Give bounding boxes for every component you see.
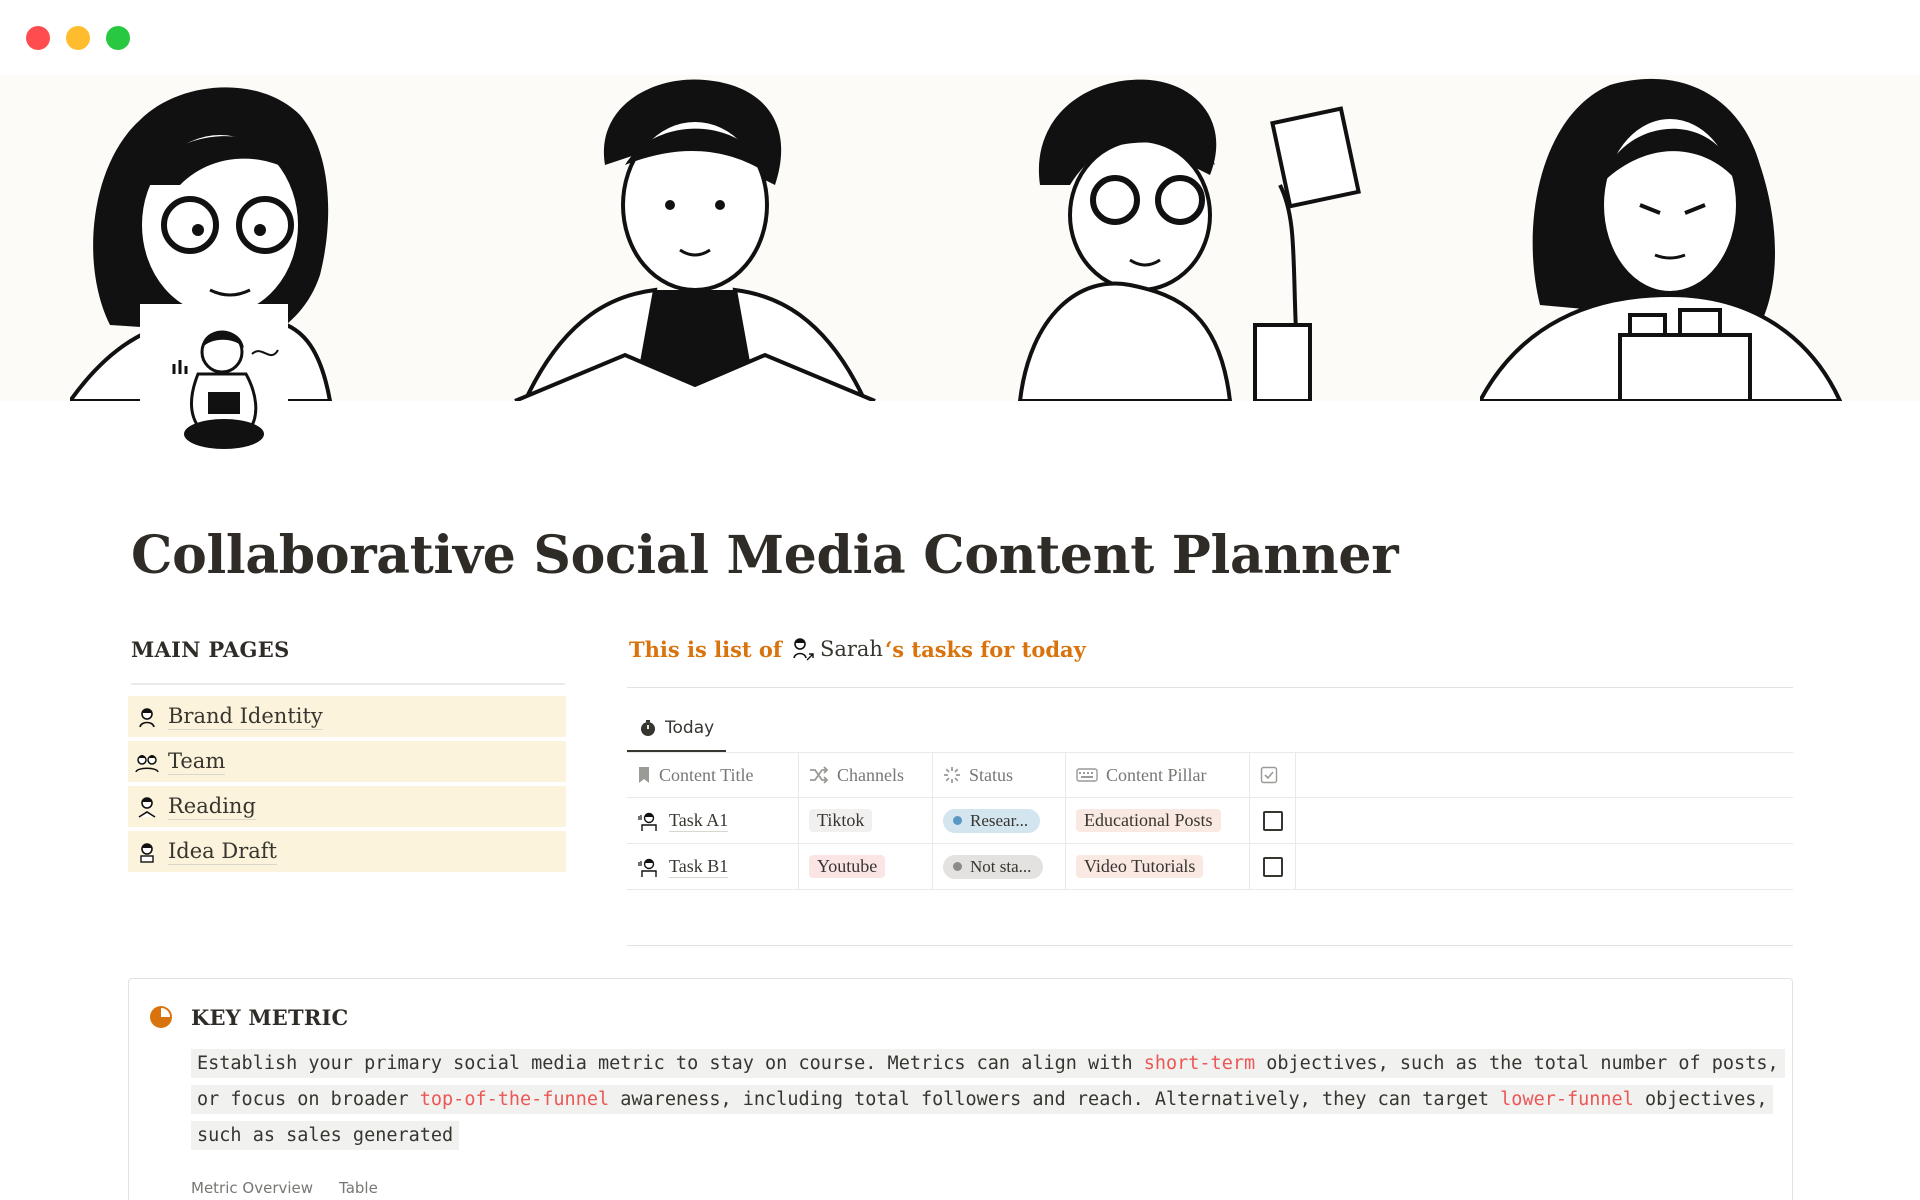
column-header-content-title[interactable]: Content Title xyxy=(627,753,799,797)
channel-tag: Tiktok xyxy=(809,809,873,832)
minimize-window-button[interactable] xyxy=(66,26,90,50)
main-page-label: Reading xyxy=(168,794,256,820)
drafter-avatar-icon xyxy=(134,839,160,865)
callout-highlight: top-of-the-funnel xyxy=(419,1089,610,1110)
cell-channels[interactable]: Tiktok xyxy=(799,798,933,843)
done-checkbox[interactable] xyxy=(1262,856,1283,877)
shuffle-icon xyxy=(810,766,829,784)
status-badge: Resear... xyxy=(943,808,1041,833)
table-filler xyxy=(1296,753,1793,797)
table-filler xyxy=(1296,798,1793,843)
column-label: Status xyxy=(969,764,1014,785)
tab-today[interactable]: Today xyxy=(627,706,727,752)
window-controls xyxy=(26,26,130,50)
main-page-team[interactable]: Team xyxy=(128,741,566,782)
cell-channels[interactable]: Youtube xyxy=(799,844,933,889)
task-title: Task A1 xyxy=(669,810,729,832)
woman-laptop-icon[interactable] xyxy=(140,304,288,464)
callout-title: KEY METRIC xyxy=(191,1005,349,1030)
column-header-status[interactable]: Status xyxy=(933,753,1066,797)
user-avatar-icon xyxy=(793,638,814,661)
table-header-row: Content Title Channels Status Content Pi… xyxy=(627,753,1793,798)
cell-content-pillar[interactable]: Educational Posts xyxy=(1066,798,1250,843)
main-pages-heading: MAIN PAGES xyxy=(131,637,290,662)
user-mention-name: Sarah xyxy=(819,637,883,661)
tab-table[interactable]: Table xyxy=(339,1179,378,1197)
tasks-table: Content Title Channels Status Content Pi… xyxy=(627,753,1793,890)
pillar-tag: Educational Posts xyxy=(1076,809,1221,832)
callout-text: Establish your primary social media metr… xyxy=(191,1049,1785,1150)
tasks-heading: This is list of Sarah ‘s tasks for today xyxy=(629,636,1086,662)
divider xyxy=(627,945,1793,946)
main-pages-list: Brand Identity Team Reading Idea Draft xyxy=(128,696,566,872)
callout-text-part: Establish your primary social media metr… xyxy=(197,1053,1144,1074)
cell-content-title[interactable]: Task B1 xyxy=(627,844,799,889)
cover-image xyxy=(0,75,1920,401)
cell-status[interactable]: Resear... xyxy=(933,798,1066,843)
team-avatar-icon xyxy=(134,749,160,775)
task-avatar-icon xyxy=(638,812,657,831)
task-title: Task B1 xyxy=(669,856,729,878)
task-avatar-icon xyxy=(638,858,657,877)
main-page-idea-draft[interactable]: Idea Draft xyxy=(128,831,566,872)
clock-icon xyxy=(641,720,655,736)
column-header-channels[interactable]: Channels xyxy=(799,753,933,797)
tasks-heading-suffix: ‘s tasks for today xyxy=(884,636,1086,662)
man-notes-illustration xyxy=(1017,79,1361,401)
main-page-reading[interactable]: Reading xyxy=(128,786,566,827)
main-page-label: Idea Draft xyxy=(168,839,277,865)
person-avatar-icon xyxy=(134,704,160,730)
cell-done xyxy=(1250,844,1296,889)
callout-footer-tabs: Metric Overview Table xyxy=(191,1179,378,1197)
page-title[interactable]: Collaborative Social Media Content Plann… xyxy=(131,525,1399,586)
column-header-done[interactable] xyxy=(1250,753,1296,797)
table-filler xyxy=(1296,844,1793,889)
cell-status[interactable]: Not sta... xyxy=(933,844,1066,889)
maximize-window-button[interactable] xyxy=(106,26,130,50)
tab-today-label: Today xyxy=(665,718,715,738)
cell-done xyxy=(1250,798,1296,843)
table-row[interactable]: Task B1 Youtube Not sta... Video Tutoria… xyxy=(627,844,1793,890)
status-badge: Not sta... xyxy=(943,854,1044,879)
cell-content-title[interactable]: Task A1 xyxy=(627,798,799,843)
column-label: Content Title xyxy=(659,764,754,785)
main-page-label: Brand Identity xyxy=(168,704,323,730)
table-row[interactable]: Task A1 Tiktok Resear... Educational Pos… xyxy=(627,798,1793,844)
callout-highlight: lower-funnel xyxy=(1500,1089,1634,1110)
cell-content-pillar[interactable]: Video Tutorials xyxy=(1066,844,1250,889)
callout-text-part: awareness, including total followers and… xyxy=(609,1089,1501,1110)
tasks-heading-prefix: This is list of xyxy=(629,636,782,662)
loading-icon xyxy=(944,767,960,783)
woman-files-illustration xyxy=(1480,78,1843,401)
main-page-label: Team xyxy=(168,749,226,775)
status-label: Not sta... xyxy=(970,856,1032,876)
main-page-brand-identity[interactable]: Brand Identity xyxy=(128,696,566,737)
column-label: Content Pillar xyxy=(1106,764,1207,785)
column-label: Channels xyxy=(837,764,904,785)
channel-tag: Youtube xyxy=(809,855,886,878)
done-checkbox[interactable] xyxy=(1262,810,1283,831)
pie-chart-icon xyxy=(150,1006,172,1028)
user-mention[interactable]: Sarah xyxy=(790,636,883,662)
callout-body: Establish your primary social media metr… xyxy=(191,1046,1785,1154)
divider xyxy=(627,687,1793,688)
keyboard-icon xyxy=(1076,768,1098,782)
pillar-tag: Video Tutorials xyxy=(1076,855,1204,878)
reader-avatar-icon xyxy=(134,794,160,820)
close-window-button[interactable] xyxy=(26,26,50,50)
column-header-content-pillar[interactable]: Content Pillar xyxy=(1066,753,1250,797)
man-reading-illustration xyxy=(514,79,876,401)
checkbox-icon xyxy=(1260,766,1277,784)
status-label: Resear... xyxy=(970,810,1029,830)
tab-metric-overview[interactable]: Metric Overview xyxy=(191,1179,313,1197)
key-metric-callout: KEY METRIC Establish your primary social… xyxy=(128,978,1793,1200)
divider xyxy=(131,683,565,685)
callout-highlight: short-term xyxy=(1143,1053,1256,1074)
bookmark-icon xyxy=(639,767,649,783)
